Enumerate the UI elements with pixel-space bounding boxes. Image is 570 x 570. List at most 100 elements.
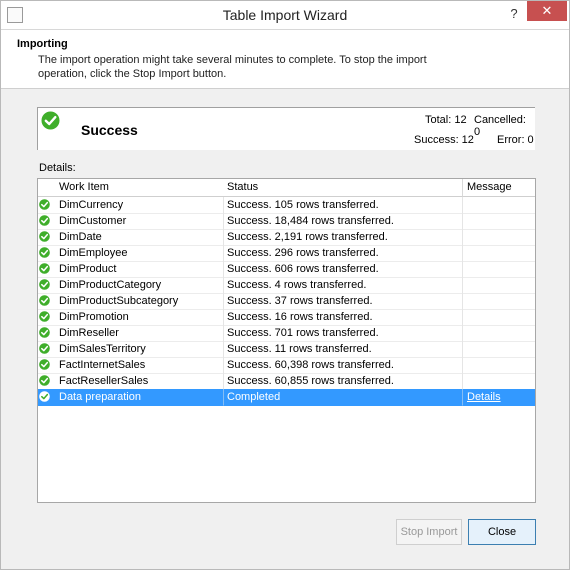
message-cell (463, 373, 535, 390)
close-button[interactable]: Close (468, 519, 536, 545)
status-cell: Success. 18,484 rows transferred. (224, 213, 463, 230)
column-header-status[interactable]: Status (224, 179, 463, 197)
success-check-icon (39, 263, 50, 274)
work-item-cell: FactInternetSales (38, 357, 224, 374)
message-cell (463, 213, 535, 230)
table-row[interactable]: DimCurrency Success. 105 rows transferred… (38, 197, 535, 214)
column-header-work-item[interactable]: Work Item (38, 179, 225, 197)
status-text: Success. 18,484 rows transferred. (227, 215, 394, 227)
details-link[interactable]: Details (463, 391, 501, 403)
table-row[interactable]: DimPromotion Success. 16 rows transferred… (38, 309, 535, 326)
status-cell: Success. 4 rows transferred. (224, 277, 463, 294)
work-item-name: FactResellerSales (59, 375, 149, 387)
success-check-icon (39, 215, 50, 226)
message-cell[interactable]: Details (463, 389, 535, 406)
work-item-cell: DimDate (38, 229, 224, 246)
message-cell (463, 341, 535, 358)
success-check-icon (39, 391, 50, 402)
status-cell: Success. 11 rows transferred. (224, 341, 463, 358)
message-cell (463, 293, 535, 310)
column-header-label: Status (227, 181, 259, 193)
table-row[interactable]: DimDate Success. 2,191 rows transferred. (38, 229, 535, 246)
status-text: Success. 4 rows transferred. (227, 279, 367, 291)
work-item-name: DimProduct (59, 263, 117, 275)
table-row[interactable]: FactInternetSales Success. 60,398 rows tr… (38, 357, 535, 374)
success-check-icon (39, 231, 50, 242)
status-cell: Success. 60,855 rows transferred. (224, 373, 463, 390)
work-item-cell: DimCustomer (38, 213, 224, 230)
help-button[interactable]: ? (503, 3, 525, 25)
page-description: The import operation might take several … (38, 54, 427, 80)
success-check-icon (39, 327, 50, 338)
status-cell: Success. 16 rows transferred. (224, 309, 463, 326)
work-item-cell: DimCurrency (38, 197, 224, 214)
table-row[interactable]: Data preparation Completed Details (38, 389, 535, 406)
work-item-cell: DimSalesTerritory (38, 341, 224, 358)
status-text: Success. 37 rows transferred. (227, 295, 373, 307)
table-row[interactable]: DimSalesTerritory Success. 11 rows transf… (38, 341, 535, 358)
message-cell (463, 357, 535, 374)
status-cell: Completed (224, 389, 463, 406)
status-text: Success. 606 rows transferred. (227, 263, 379, 275)
work-item-cell: DimPromotion (38, 309, 224, 326)
table-row[interactable]: FactResellerSales Success. 60,855 rows tr… (38, 373, 535, 390)
table-row[interactable]: DimCustomer Success. 18,484 rows transfer… (38, 213, 535, 230)
message-cell (463, 261, 535, 278)
status-text: Completed (227, 391, 281, 403)
work-item-name: FactInternetSales (59, 359, 146, 371)
status-text: Success. 105 rows transferred. (227, 199, 379, 211)
total-count: Total: 12 (425, 114, 467, 126)
work-item-table[interactable]: Work Item Status Message DimCurrency Succ… (37, 178, 536, 503)
status-cell: Success. 2,191 rows transferred. (224, 229, 463, 246)
work-item-cell: DimEmployee (38, 245, 224, 262)
page-heading: Importing (17, 38, 68, 50)
table-row[interactable]: DimReseller Success. 701 rows transferred… (38, 325, 535, 342)
success-check-icon (39, 247, 50, 258)
status-cell: Success. 296 rows transferred. (224, 245, 463, 262)
work-item-cell: DimProductCategory (38, 277, 224, 294)
status-cell: Success. 105 rows transferred. (224, 197, 463, 214)
table-row[interactable]: DimProduct Success. 606 rows transferred. (38, 261, 535, 278)
title-bar[interactable]: Table Import Wizard ? ✕ (1, 1, 569, 30)
success-check-icon (39, 199, 50, 210)
work-item-name: DimPromotion (59, 311, 129, 323)
work-item-cell: Data preparation (38, 389, 224, 406)
window-title: Table Import Wizard (222, 7, 348, 23)
status-cell: Success. 37 rows transferred. (224, 293, 463, 310)
status-text: Success. 296 rows transferred. (227, 247, 379, 259)
status-cell: Success. 60,398 rows transferred. (224, 357, 463, 374)
success-check-icon (39, 311, 50, 322)
status-text: Success. 11 rows transferred. (227, 343, 372, 355)
status-text: Success. 2,191 rows transferred. (227, 231, 388, 243)
status-text: Success. 60,398 rows transferred. (227, 359, 394, 371)
table-row[interactable]: DimEmployee Success. 296 rows transferred… (38, 245, 535, 262)
work-item-name: DimProductCategory (59, 279, 162, 291)
status-cell: Success. 606 rows transferred. (224, 261, 463, 278)
header-panel: Importing The import operation might tak… (1, 30, 569, 89)
success-check-icon (39, 295, 50, 306)
message-cell (463, 229, 535, 246)
work-item-cell: FactResellerSales (38, 373, 224, 390)
status-text: Success. 701 rows transferred. (227, 327, 379, 339)
column-header-label: Message (467, 181, 512, 193)
close-window-button[interactable]: ✕ (527, 1, 567, 21)
stop-import-button[interactable]: Stop Import (396, 519, 462, 545)
success-status-label: Success (81, 122, 138, 138)
table-row[interactable]: DimProductCategory Success. 4 rows transf… (38, 277, 535, 294)
success-check-icon (39, 359, 50, 370)
column-header-message[interactable]: Message (463, 179, 535, 197)
message-cell (463, 277, 535, 294)
status-cell: Success. 701 rows transferred. (224, 325, 463, 342)
summary-panel: Success Total: 12 Cancelled: 0 Success: … (37, 107, 535, 150)
table-row[interactable]: DimProductSubcategory Success. 37 rows tr… (38, 293, 535, 310)
column-header-label: Work Item (59, 181, 109, 193)
work-item-name: DimReseller (59, 327, 119, 339)
work-item-name: DimSalesTerritory (59, 343, 146, 355)
work-item-name: DimCustomer (59, 215, 127, 227)
status-text: Success. 16 rows transferred. (227, 311, 373, 323)
message-cell (463, 309, 535, 326)
work-item-name: DimDate (59, 231, 102, 243)
details-label: Details: (39, 162, 76, 174)
error-count: Error: 0 (497, 134, 534, 146)
success-check-icon (39, 375, 50, 386)
